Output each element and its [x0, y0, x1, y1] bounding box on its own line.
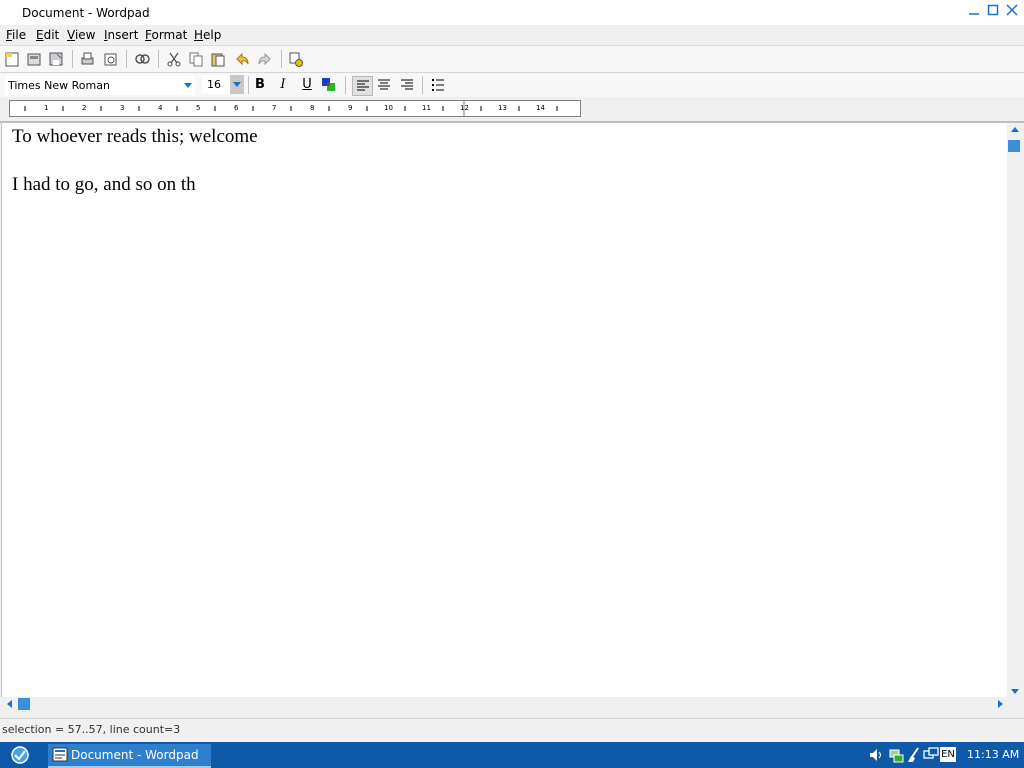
- display-icon[interactable]: [923, 747, 939, 763]
- redo-icon: [258, 52, 271, 66]
- open-icon: [27, 53, 41, 66]
- window-title: Document - Wordpad: [22, 6, 150, 20]
- bullets-button[interactable]: [428, 76, 448, 94]
- color-button[interactable]: [319, 76, 339, 94]
- undo-button[interactable]: [233, 50, 251, 68]
- underline-button[interactable]: U: [297, 76, 317, 94]
- format-toolbar: Times New Roman 16 B I U: [0, 73, 1024, 97]
- status-text: selection = 57..57, line count=3: [2, 723, 181, 736]
- toolbar-separator: [281, 50, 282, 68]
- find-button[interactable]: [133, 50, 151, 68]
- language-indicator[interactable]: EN: [940, 747, 956, 762]
- horizontal-scrollbar[interactable]: [1, 697, 1007, 712]
- minimize-icon: [969, 13, 979, 15]
- document-editor[interactable]: To whoever reads this; welcome I had to …: [1, 123, 1007, 697]
- vertical-scrollbar[interactable]: [1007, 123, 1022, 697]
- toolbar-separator: [126, 50, 127, 68]
- toolbar-separator: [248, 76, 249, 94]
- ruler-marks: [24, 101, 558, 116]
- taskbar-wordpad-button[interactable]: Document - Wordpad: [48, 744, 211, 768]
- taskbar-wordpad-label: Document - Wordpad: [71, 748, 199, 762]
- horizontal-scroll-thumb[interactable]: [18, 698, 30, 710]
- menu-insert[interactable]: Insert: [104, 28, 138, 42]
- chevron-down-icon[interactable]: [230, 75, 244, 94]
- font-family-select[interactable]: Times New Roman: [4, 75, 196, 96]
- wordpad-icon: [52, 747, 68, 762]
- status-bar: selection = 57..57, line count=3: [0, 718, 1024, 741]
- toolbar-separator: [72, 50, 73, 68]
- align-center-button[interactable]: [374, 76, 394, 94]
- align-right-icon: [401, 79, 413, 90]
- align-left-icon: [356, 80, 369, 91]
- vertical-scroll-thumb[interactable]: [1008, 140, 1020, 152]
- taskbar: Document - Wordpad EN 11:13 AM: [0, 742, 1024, 768]
- paste-button[interactable]: [209, 50, 227, 68]
- insert-datetime-button[interactable]: [287, 50, 305, 68]
- open-button[interactable]: [25, 50, 43, 68]
- align-right-button[interactable]: [397, 76, 417, 94]
- copy-icon: [189, 52, 203, 67]
- italic-button[interactable]: I: [273, 76, 293, 94]
- menu-view[interactable]: View: [67, 28, 95, 42]
- menu-edit[interactable]: Edit: [36, 28, 59, 42]
- menu-bar: File Edit View Insert Format Help: [0, 25, 1024, 46]
- toolbar-separator: [422, 76, 423, 94]
- font-size-value: 16: [207, 78, 221, 91]
- align-left-button[interactable]: [352, 76, 373, 96]
- toolbar-separator: [158, 50, 159, 68]
- start-button[interactable]: [8, 745, 32, 765]
- font-family-value: Times New Roman: [8, 79, 110, 92]
- document-line: I had to go, and so on th: [12, 174, 196, 195]
- close-button[interactable]: [1004, 4, 1020, 20]
- new-document-icon: [5, 52, 19, 67]
- cleanup-icon[interactable]: [906, 747, 922, 763]
- insert-datetime-icon: [289, 52, 303, 67]
- cut-icon: [167, 52, 181, 67]
- clock[interactable]: 11:13 AM: [967, 748, 1019, 761]
- maximize-button[interactable]: [985, 4, 1001, 20]
- find-icon: [135, 54, 150, 64]
- maximize-icon: [987, 4, 999, 16]
- toolbar-separator: [345, 76, 346, 94]
- chevron-down-icon: [184, 83, 192, 88]
- scroll-right-icon[interactable]: [998, 700, 1003, 708]
- cut-button[interactable]: [165, 50, 183, 68]
- copy-button[interactable]: [187, 50, 205, 68]
- undo-icon: [236, 52, 249, 66]
- align-center-icon: [378, 79, 390, 90]
- minimize-button[interactable]: [966, 4, 982, 20]
- paste-icon: [211, 53, 225, 67]
- print-preview-icon: [104, 53, 117, 66]
- scroll-up-icon[interactable]: [1011, 127, 1019, 132]
- menu-help[interactable]: Help: [194, 28, 221, 42]
- new-button[interactable]: [3, 50, 21, 68]
- scroll-down-icon[interactable]: [1011, 689, 1019, 694]
- start-icon: [11, 746, 29, 764]
- font-size-select[interactable]: 16: [202, 75, 244, 94]
- menu-format[interactable]: Format: [145, 28, 187, 42]
- save-button[interactable]: [47, 50, 65, 68]
- standard-toolbar: [0, 46, 1024, 73]
- document-line: To whoever reads this; welcome: [12, 126, 258, 147]
- redo-button[interactable]: [256, 50, 274, 68]
- save-icon: [49, 52, 63, 66]
- color-icon: [322, 78, 335, 91]
- volume-icon[interactable]: [868, 747, 884, 763]
- scroll-left-icon[interactable]: [7, 700, 12, 708]
- title-bar: Document - Wordpad: [0, 0, 1024, 25]
- network-icon[interactable]: [888, 747, 904, 763]
- ruler[interactable]: 1 2 3 4 5 6 7 8 9 10 11 12 13 14: [9, 100, 581, 117]
- close-icon: [1006, 4, 1018, 16]
- bold-button[interactable]: B: [250, 76, 270, 94]
- menu-file[interactable]: File: [6, 28, 26, 42]
- ruler-bar: 1 2 3 4 5 6 7 8 9 10 11 12 13 14: [0, 97, 1024, 123]
- print-icon: [81, 52, 94, 65]
- print-preview-button[interactable]: [101, 50, 119, 68]
- bullet-list-icon: [432, 79, 444, 91]
- print-button[interactable]: [78, 50, 96, 68]
